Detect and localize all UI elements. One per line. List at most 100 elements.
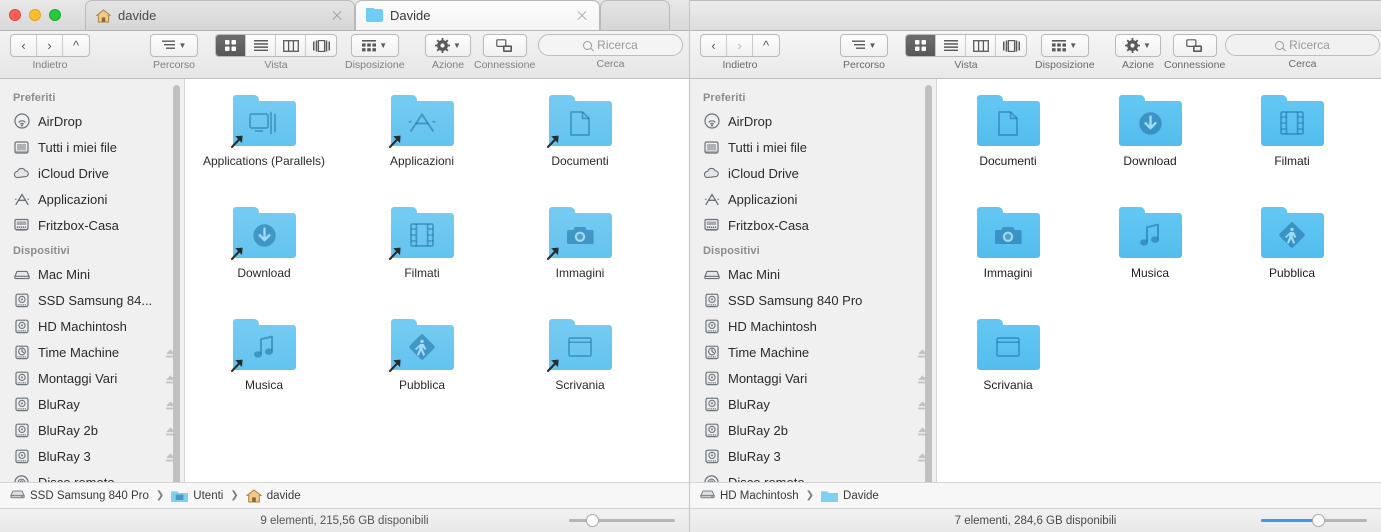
enclosing-folder-button[interactable]: ^ <box>63 35 89 56</box>
file-area-right[interactable]: Documenti Download Filmati Immagini Musi… <box>937 79 1381 482</box>
harddisk-icon <box>703 319 720 334</box>
view-mode-icon[interactable] <box>216 35 246 56</box>
forward-button[interactable]: › <box>37 35 63 56</box>
close-window-button[interactable] <box>9 9 21 21</box>
sidebar-item-mac-mini[interactable]: Mac Mini <box>0 261 184 287</box>
sidebar-item-applicazioni[interactable]: Applicazioni <box>690 186 936 212</box>
file-item-applications-parallels[interactable]: Applications (Parallels) <box>185 93 343 205</box>
file-item-immagini[interactable]: Immagini <box>501 205 659 317</box>
sidebar-item-bluray[interactable]: BluRay <box>0 391 184 417</box>
finder-screen: davide Davide ‹ › ^ Indietro ▼ Percorso … <box>0 0 1381 532</box>
tab-empty[interactable] <box>600 0 670 30</box>
search-icon <box>583 40 593 50</box>
action-button[interactable]: ▼ <box>1115 34 1161 57</box>
file-item-pubblica[interactable]: Pubblica <box>1221 205 1363 317</box>
search-input[interactable]: Ricerca <box>538 34 683 56</box>
view-mode-icon[interactable] <box>906 35 936 56</box>
file-area-left[interactable]: Applications (Parallels) Applicazioni Do… <box>185 79 689 482</box>
sidebar-item-ssd-samsung-84[interactable]: SSD Samsung 84... <box>0 287 184 313</box>
forward-button[interactable]: › <box>727 35 753 56</box>
path-button[interactable]: ▼ <box>150 34 198 57</box>
file-item-download[interactable]: Download <box>185 205 343 317</box>
sidebar-item-ssd-samsung-840-pro[interactable]: SSD Samsung 840 Pro <box>690 287 936 313</box>
breadcrumb-davide[interactable]: Davide <box>821 489 879 502</box>
tab-davide-home[interactable]: davide <box>85 0 355 30</box>
search-input[interactable]: Ricerca <box>1225 34 1380 56</box>
file-item-documenti[interactable]: Documenti <box>937 93 1079 205</box>
file-item-applicazioni[interactable]: Applicazioni <box>343 93 501 205</box>
view-mode-column[interactable] <box>276 35 306 56</box>
sidebar-item-hd-machintosh[interactable]: HD Machintosh <box>690 313 936 339</box>
sidebar-item-airdrop[interactable]: AirDrop <box>0 108 184 134</box>
sidebar-item-time-machine[interactable]: Time Machine <box>0 339 184 365</box>
breadcrumb-hd-machintosh[interactable]: HD Machintosh <box>700 489 799 502</box>
breadcrumb-ssd-samsung-840-pro[interactable]: SSD Samsung 840 Pro <box>10 489 149 502</box>
status-text: 9 elementi, 215,56 GB disponibili <box>260 514 429 527</box>
share-group: Connessione <box>474 34 535 71</box>
arrange-button[interactable]: ▼ <box>1040 34 1089 57</box>
sidebar-item-montaggi-vari[interactable]: Montaggi Vari <box>0 365 184 391</box>
path-button[interactable]: ▼ <box>840 34 888 57</box>
close-tab-button[interactable] <box>330 9 344 23</box>
file-item-scrivania[interactable]: Scrivania <box>501 317 659 429</box>
sidebar-item-bluray-3[interactable]: BluRay 3 <box>690 443 936 469</box>
enclosing-folder-button[interactable]: ^ <box>753 35 779 56</box>
view-mode-coverflow[interactable] <box>306 35 336 56</box>
minimize-window-button[interactable] <box>29 9 41 21</box>
sidebar-item-fritzbox-casa[interactable]: Fritzbox-Casa <box>690 212 936 238</box>
sidebar-item-airdrop[interactable]: AirDrop <box>690 108 936 134</box>
arrange-group: ▼ Disposizione <box>345 34 405 71</box>
home-icon <box>245 488 262 503</box>
file-item-filmati[interactable]: Filmati <box>343 205 501 317</box>
action-button[interactable]: ▼ <box>425 34 471 57</box>
sidebar-item-label: BluRay 3 <box>38 448 91 464</box>
close-tab-button[interactable] <box>575 9 589 23</box>
sidebar-item-applicazioni[interactable]: Applicazioni <box>0 186 184 212</box>
view-mode-column[interactable] <box>966 35 996 56</box>
share-button[interactable] <box>1172 34 1217 57</box>
file-item-immagini[interactable]: Immagini <box>937 205 1079 317</box>
maximize-window-button[interactable] <box>49 9 61 21</box>
icon-size-slider[interactable] <box>1261 514 1367 528</box>
sidebar-item-tutti-i-miei-file[interactable]: Tutti i miei file <box>690 134 936 160</box>
sidebar-item-montaggi-vari[interactable]: Montaggi Vari <box>690 365 936 391</box>
sidebar-item-icloud-drive[interactable]: iCloud Drive <box>690 160 936 186</box>
arrange-button[interactable]: ▼ <box>350 34 399 57</box>
sidebar-item-disco-remoto[interactable]: Disco remoto <box>0 469 184 482</box>
sidebar-item-bluray-2b[interactable]: BluRay 2b <box>0 417 184 443</box>
back-button[interactable]: ‹ <box>701 35 727 56</box>
file-item-download[interactable]: Download <box>1079 93 1221 205</box>
sidebar-item-bluray-3[interactable]: BluRay 3 <box>0 443 184 469</box>
file-item-filmati[interactable]: Filmati <box>1221 93 1363 205</box>
sidebar-item-label: BluRay 3 <box>728 448 781 464</box>
file-item-musica[interactable]: Musica <box>1079 205 1221 317</box>
breadcrumb-davide[interactable]: davide <box>245 488 301 503</box>
sidebar-item-mac-mini[interactable]: Mac Mini <box>690 261 936 287</box>
sidebar-item-tutti-i-miei-file[interactable]: Tutti i miei file <box>0 134 184 160</box>
view-mode-list[interactable] <box>936 35 966 56</box>
sidebar-item-icloud-drive[interactable]: iCloud Drive <box>0 160 184 186</box>
share-button[interactable] <box>482 34 527 57</box>
sidebar-item-label: SSD Samsung 84... <box>38 292 153 308</box>
sidebar-item-bluray-2b[interactable]: BluRay 2b <box>690 417 936 443</box>
file-item-musica[interactable]: Musica <box>185 317 343 429</box>
sidebar-item-time-machine[interactable]: Time Machine <box>690 339 936 365</box>
tab-davide-folder[interactable]: Davide <box>355 0 600 30</box>
sidebar-item-disco-remoto[interactable]: Disco remoto <box>690 469 936 482</box>
file-item-documenti[interactable]: Documenti <box>501 93 659 205</box>
file-item-label: Immagini <box>983 266 1033 280</box>
file-item-pubblica[interactable]: Pubblica <box>343 317 501 429</box>
sidebar-scrollbar[interactable] <box>925 85 932 482</box>
tab-empty-right[interactable] <box>690 0 1381 30</box>
view-mode-coverflow[interactable] <box>996 35 1026 56</box>
breadcrumb-utenti[interactable]: Utenti <box>171 489 223 502</box>
status-text: 7 elementi, 284,6 GB disponibili <box>954 514 1117 527</box>
back-button[interactable]: ‹ <box>11 35 37 56</box>
sidebar-item-fritzbox-casa[interactable]: Fritzbox-Casa <box>0 212 184 238</box>
sidebar-scrollbar[interactable] <box>173 85 180 482</box>
sidebar-item-bluray[interactable]: BluRay <box>690 391 936 417</box>
view-mode-list[interactable] <box>246 35 276 56</box>
sidebar-item-hd-machintosh[interactable]: HD Machintosh <box>0 313 184 339</box>
file-item-scrivania[interactable]: Scrivania <box>937 317 1079 429</box>
icon-size-slider[interactable] <box>569 514 675 528</box>
